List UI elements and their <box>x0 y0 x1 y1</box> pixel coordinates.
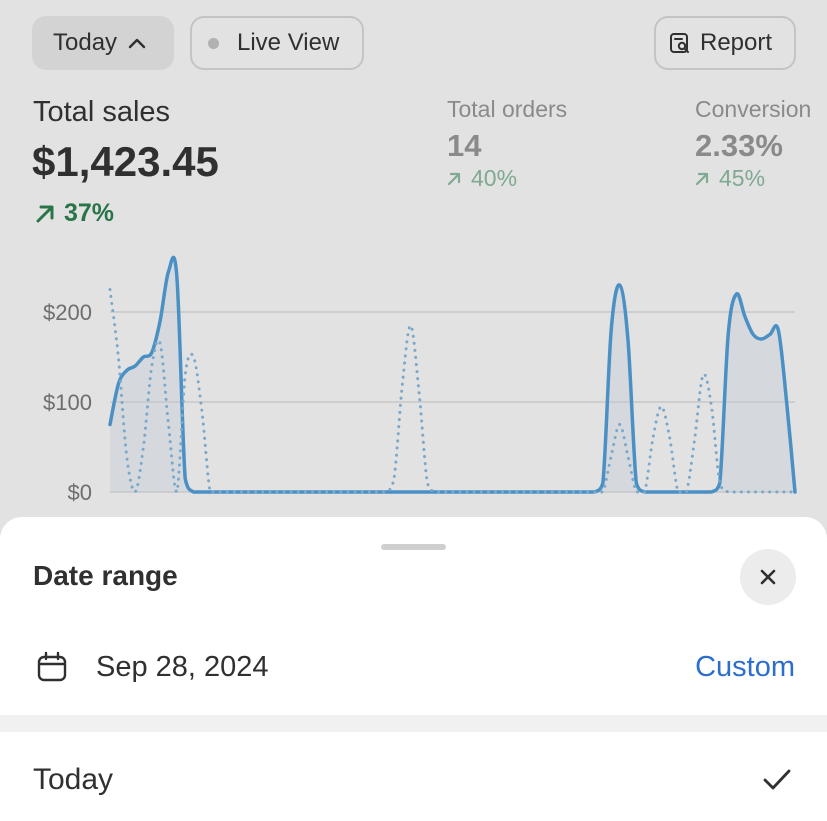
total-orders-value: 14 <box>447 128 482 163</box>
conversion-value: 2.33% <box>695 128 783 163</box>
close-icon <box>760 569 776 585</box>
total-orders-trend: 40% <box>447 165 517 192</box>
conversion-label: Conversion <box>695 96 812 122</box>
live-view-label: Live View <box>237 29 340 56</box>
total-sales-change: 37% <box>64 199 115 227</box>
comparison-series-line <box>108 288 797 494</box>
report-label: Report <box>700 29 773 56</box>
y-tick-label: $100 <box>43 390 92 415</box>
total-orders-change: 40% <box>471 165 518 191</box>
y-tick-label: $200 <box>43 300 92 325</box>
total-orders-label: Total orders <box>447 96 568 122</box>
arrow-up-right-icon <box>36 205 54 222</box>
arrow-up-right-icon <box>447 172 461 185</box>
sheet-title: Date range <box>33 560 178 591</box>
total-sales-label: Total sales <box>33 96 171 128</box>
arrow-up-right-icon <box>695 172 709 185</box>
section-divider <box>0 715 827 732</box>
total-sales-trend: 37% <box>34 199 114 228</box>
report-button[interactable]: Report <box>654 16 796 70</box>
period-selector-button[interactable]: Today <box>32 16 174 70</box>
conversion-trend: 45% <box>695 165 765 192</box>
custom-range-link[interactable]: Custom <box>695 651 795 684</box>
checkmark-icon <box>763 769 791 790</box>
sales-chart: $200 $100 $0 <box>43 255 797 505</box>
conversion-change: 45% <box>719 165 766 191</box>
calendar-icon <box>37 651 67 682</box>
close-button[interactable] <box>740 549 796 605</box>
live-status-dot <box>208 37 219 49</box>
y-tick-label: $0 <box>68 480 92 505</box>
sheet-drag-handle[interactable] <box>381 544 446 550</box>
date-range-sheet: Date range Sep 28, 2024 Custom Today <box>0 517 827 821</box>
report-icon <box>670 33 689 53</box>
period-label: Today <box>53 29 118 56</box>
selected-date[interactable]: Sep 28, 2024 <box>96 651 269 684</box>
range-option-today[interactable]: Today <box>33 763 113 797</box>
total-sales-value: $1,423.45 <box>32 138 219 185</box>
chevron-up-icon <box>128 38 146 49</box>
live-view-button[interactable]: Live View <box>190 16 364 70</box>
